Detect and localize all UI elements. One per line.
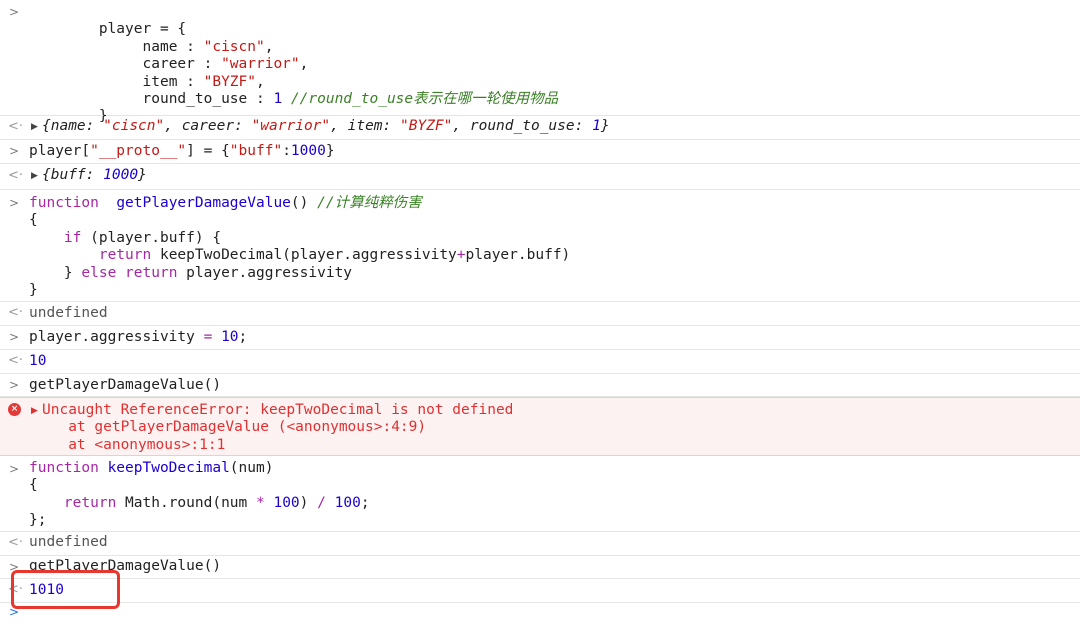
- console-input-entry[interactable]: > player = { name : "ciscn", career : "w…: [0, 0, 1080, 124]
- output-prompt-icon: <·: [8, 168, 24, 183]
- input-prompt-icon: >: [9, 330, 20, 344]
- stack-frame-link[interactable]: at <anonymous>:1:1: [68, 437, 225, 453]
- input-prompt-icon: >: [9, 378, 20, 392]
- devtools-console: > player = { name : "ciscn", career : "w…: [0, 0, 1080, 638]
- error-icon: ×: [8, 403, 21, 416]
- expand-triangle-icon[interactable]: ▶: [31, 171, 38, 181]
- console-input-entry[interactable]: > getPlayerDamageValue(): [0, 374, 1080, 397]
- code-line: player["__proto__"] = {"buff":1000}: [29, 143, 335, 159]
- console-result-entry[interactable]: <· ▶ {buff: 1000}: [0, 164, 1080, 190]
- object-preview[interactable]: {buff: 1000}: [42, 167, 147, 184]
- expand-triangle-icon[interactable]: ▶: [31, 406, 38, 416]
- console-input-entry[interactable]: > function getPlayerDamageValue() //计算纯粹…: [0, 190, 1080, 302]
- result-value: undefined: [29, 305, 108, 321]
- output-prompt-icon: <·: [8, 535, 24, 550]
- code-line: getPlayerDamageValue(): [29, 377, 222, 393]
- output-prompt-icon: <·: [8, 305, 24, 320]
- result-value: undefined: [29, 534, 108, 550]
- expand-triangle-icon[interactable]: ▶: [31, 122, 38, 132]
- console-result-entry: <· 10: [0, 350, 1080, 374]
- console-prompt-line[interactable]: >: [0, 603, 1080, 638]
- code-block: player = { name : "ciscn", career : "war…: [98, 21, 559, 125]
- console-result-entry: <· 1010: [0, 579, 1080, 603]
- stack-frame-link[interactable]: at getPlayerDamageValue (<anonymous>:4:9…: [68, 419, 426, 435]
- output-prompt-icon: <·: [8, 353, 24, 368]
- object-preview[interactable]: {name: "ciscn", career: "warrior", item:…: [42, 118, 610, 135]
- output-prompt-icon: <·: [8, 119, 24, 134]
- input-prompt-icon: >: [9, 196, 20, 210]
- input-prompt-icon: >: [9, 462, 20, 476]
- console-input-entry[interactable]: > player.aggressivity = 10;: [0, 326, 1080, 350]
- annotation-highlight-box: [11, 570, 120, 609]
- console-result-entry: <· undefined: [0, 532, 1080, 556]
- input-prompt-icon: >: [9, 5, 20, 19]
- console-error-entry[interactable]: × ▶ Uncaught ReferenceError: keepTwoDeci…: [0, 397, 1080, 456]
- console-input-entry[interactable]: > getPlayerDamageValue(): [0, 556, 1080, 579]
- console-result-entry: <· undefined: [0, 302, 1080, 326]
- code-block: function keepTwoDecimal(num) { return Ma…: [29, 460, 370, 529]
- error-message: Uncaught ReferenceError: keepTwoDecimal …: [42, 402, 514, 453]
- result-value: 10: [29, 353, 47, 369]
- console-input-entry[interactable]: > function keepTwoDecimal(num) { return …: [0, 456, 1080, 532]
- console-result-entry[interactable]: <· ▶ {name: "ciscn", career: "warrior", …: [0, 116, 1080, 140]
- console-input-entry[interactable]: > player["__proto__"] = {"buff":1000}: [0, 140, 1080, 164]
- code-line: player.aggressivity = 10;: [29, 329, 248, 345]
- input-prompt-icon: >: [9, 144, 20, 158]
- code-block: function getPlayerDamageValue() //计算纯粹伤害…: [29, 195, 571, 299]
